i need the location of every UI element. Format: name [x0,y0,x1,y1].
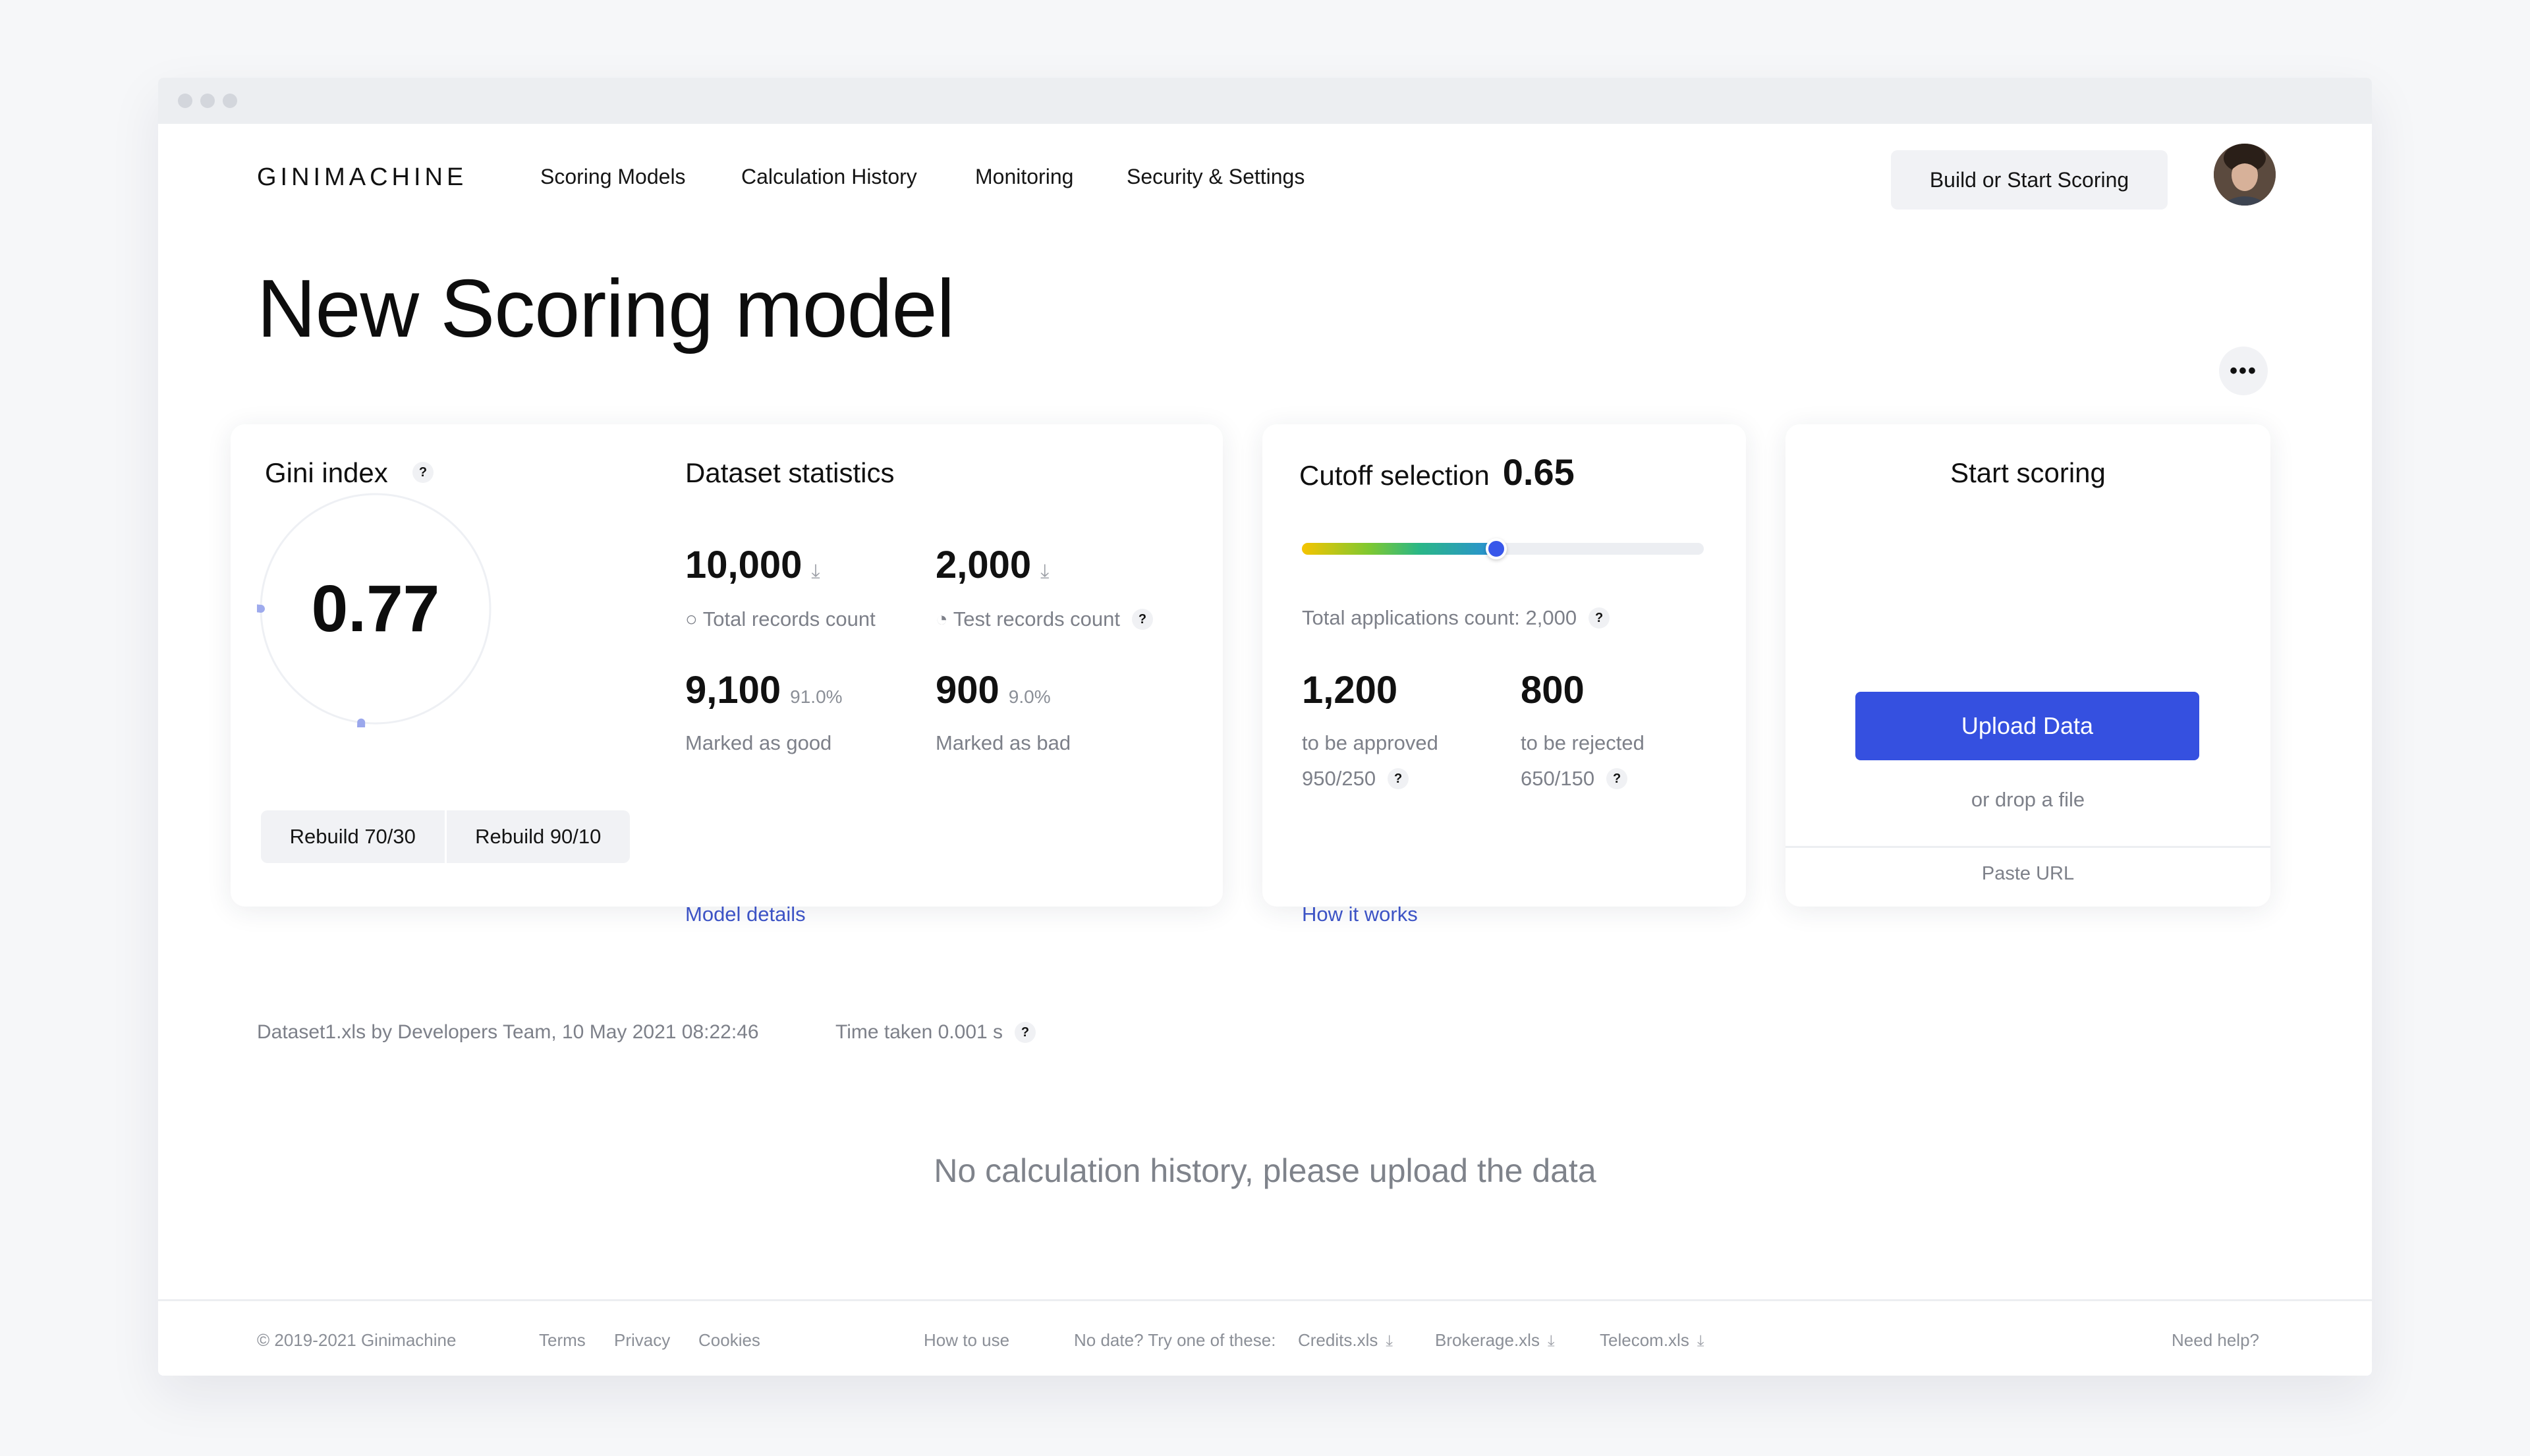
page-title: New Scoring model [257,264,955,354]
cutoff-header: Cutoff selection 0.65 [1299,451,1575,493]
test-records-help-icon[interactable]: ? [1132,609,1154,630]
rebuild-buttons: Rebuild 70/30 Rebuild 90/10 [261,810,630,863]
window-dot [223,94,237,108]
bad-label: Marked as bad [936,731,1071,754]
approved-value: 1,200 [1302,669,1398,712]
footer-terms-link[interactable]: Terms [539,1330,586,1351]
time-taken-help-icon[interactable]: ? [1015,1022,1036,1043]
total-applications-label: Total applications count: 2,000 [1302,606,1577,629]
nav-monitoring[interactable]: Monitoring [975,165,1073,189]
nav-scoring-models[interactable]: Scoring Models [540,165,686,189]
rejected-value: 800 [1521,669,1585,712]
test-records-stat: 2,000 ⤓ [936,543,1049,587]
cutoff-slider-handle[interactable] [1486,538,1507,559]
telecom-file-label: Telecom.xls [1600,1330,1689,1350]
drop-file-hint[interactable]: or drop a file [1785,788,2270,812]
window-dot [200,94,215,108]
app-window: GINIMACHINE Scoring Models Calculation H… [158,78,2372,1376]
total-applications-row: Total applications count: 2,000 ? [1302,606,1610,630]
rebuild-70-30-button[interactable]: Rebuild 70/30 [261,810,445,863]
total-records-label: Total records count [702,607,876,630]
approved-label: to be approved [1302,731,1438,754]
download-icon: ⤓ [1547,1332,1555,1350]
model-details-link[interactable]: Model details [685,903,806,926]
gini-help-icon[interactable]: ? [412,462,434,483]
start-scoring-card: Start scoring Upload Data or drop a file… [1785,424,2270,907]
more-options-button[interactable]: ••• [2219,347,2268,395]
time-taken-row: Time taken 0.001 s ? [835,1021,1036,1044]
empty-state-message: No calculation history, please upload th… [934,1152,1596,1189]
model-summary-card: Gini index ? 0.77 Rebuild 70/30 Rebuild … [231,424,1223,926]
start-scoring-title: Start scoring [1950,457,2106,488]
footer-telecom-file[interactable]: Telecom.xls ⤓ [1600,1330,1704,1351]
nav-calculation-history[interactable]: Calculation History [741,165,917,189]
footer-copyright: © 2019-2021 Ginimachine [257,1330,457,1350]
footer-cookies-link[interactable]: Cookies [698,1330,760,1351]
upload-data-button[interactable]: Upload Data [1855,692,2199,760]
download-icon: ⤓ [1386,1332,1393,1350]
footer-help-link[interactable]: Need help? [2172,1330,2259,1351]
download-icon: ⤓ [1697,1332,1704,1350]
window-dot [178,94,192,108]
total-applications-help-icon[interactable]: ? [1588,607,1610,629]
time-taken: Time taken 0.001 s [835,1021,1003,1043]
download-icon[interactable]: ⤓ [811,561,820,583]
footer-brokerage-file[interactable]: Brokerage.xls ⤓ [1435,1330,1555,1351]
footer-how-to-use-link[interactable]: How to use [924,1330,1009,1351]
cutoff-value: 0.65 [1502,451,1575,493]
gini-value: 0.77 [311,571,440,646]
how-it-works-link[interactable]: How it works [1302,903,1418,926]
good-label: Marked as good [685,731,832,754]
bad-value: 900 [936,669,999,712]
bad-percent: 9.0% [1008,686,1051,707]
dataset-info: Dataset1.xls by Developers Team, 10 May … [257,1021,759,1043]
dataset-title: Dataset statistics [685,457,895,488]
user-avatar[interactable] [2214,144,2276,206]
window-titlebar [158,78,2372,124]
rejected-label: to be rejected [1521,731,1644,754]
bad-stat: 900 9.0% [936,668,1051,712]
footer-credits-file[interactable]: Credits.xls ⤓ [1298,1330,1393,1351]
footer-privacy-link[interactable]: Privacy [614,1330,670,1351]
approved-help-icon[interactable]: ? [1388,768,1409,789]
avatar-icon [2214,144,2276,206]
footer: © 2019-2021 Ginimachine Terms Privacy Co… [158,1299,2372,1376]
rejected-help-icon[interactable]: ? [1606,768,1628,789]
total-records-stat: 10,000 ⤓ [685,543,820,587]
card-divider [1785,846,2270,848]
credits-file-label: Credits.xls [1298,1330,1378,1350]
approved-split-row: 950/250 ? [1302,767,1409,791]
brokerage-file-label: Brokerage.xls [1435,1330,1540,1350]
cutoff-card: Cutoff selection 0.65 Total applications… [1262,424,1746,926]
test-records-label-row: ◔ Test records count ? [936,607,1154,631]
test-records-icon: ◔ [936,607,948,630]
rebuild-90-10-button[interactable]: Rebuild 90/10 [447,810,631,863]
test-records-value: 2,000 [936,544,1032,586]
more-icon: ••• [2230,358,2257,383]
good-value: 9,100 [685,669,781,712]
good-percent: 91.0% [790,686,843,707]
total-records-label-row: ○ Total records count [685,607,876,631]
rejected-split-row: 650/150 ? [1521,767,1628,791]
paste-url-button[interactable]: Paste URL [1785,863,2270,885]
total-records-value: 10,000 [685,544,802,586]
cutoff-slider-fill [1302,543,1496,555]
rejected-split: 650/150 [1521,767,1595,790]
approved-split: 950/250 [1302,767,1376,790]
test-records-label: Test records count [953,607,1121,630]
records-icon: ○ [685,607,698,630]
nav-security-settings[interactable]: Security & Settings [1127,165,1305,189]
gini-title: Gini index [265,457,388,488]
app-logo[interactable]: GINIMACHINE [257,163,467,192]
good-stat: 9,100 91.0% [685,668,843,712]
build-or-start-scoring-button[interactable]: Build or Start Scoring [1891,150,2168,210]
cutoff-title: Cutoff selection [1299,460,1490,491]
download-icon[interactable]: ⤓ [1040,561,1049,583]
footer-sample-prefix: No date? Try one of these: [1074,1330,1276,1350]
